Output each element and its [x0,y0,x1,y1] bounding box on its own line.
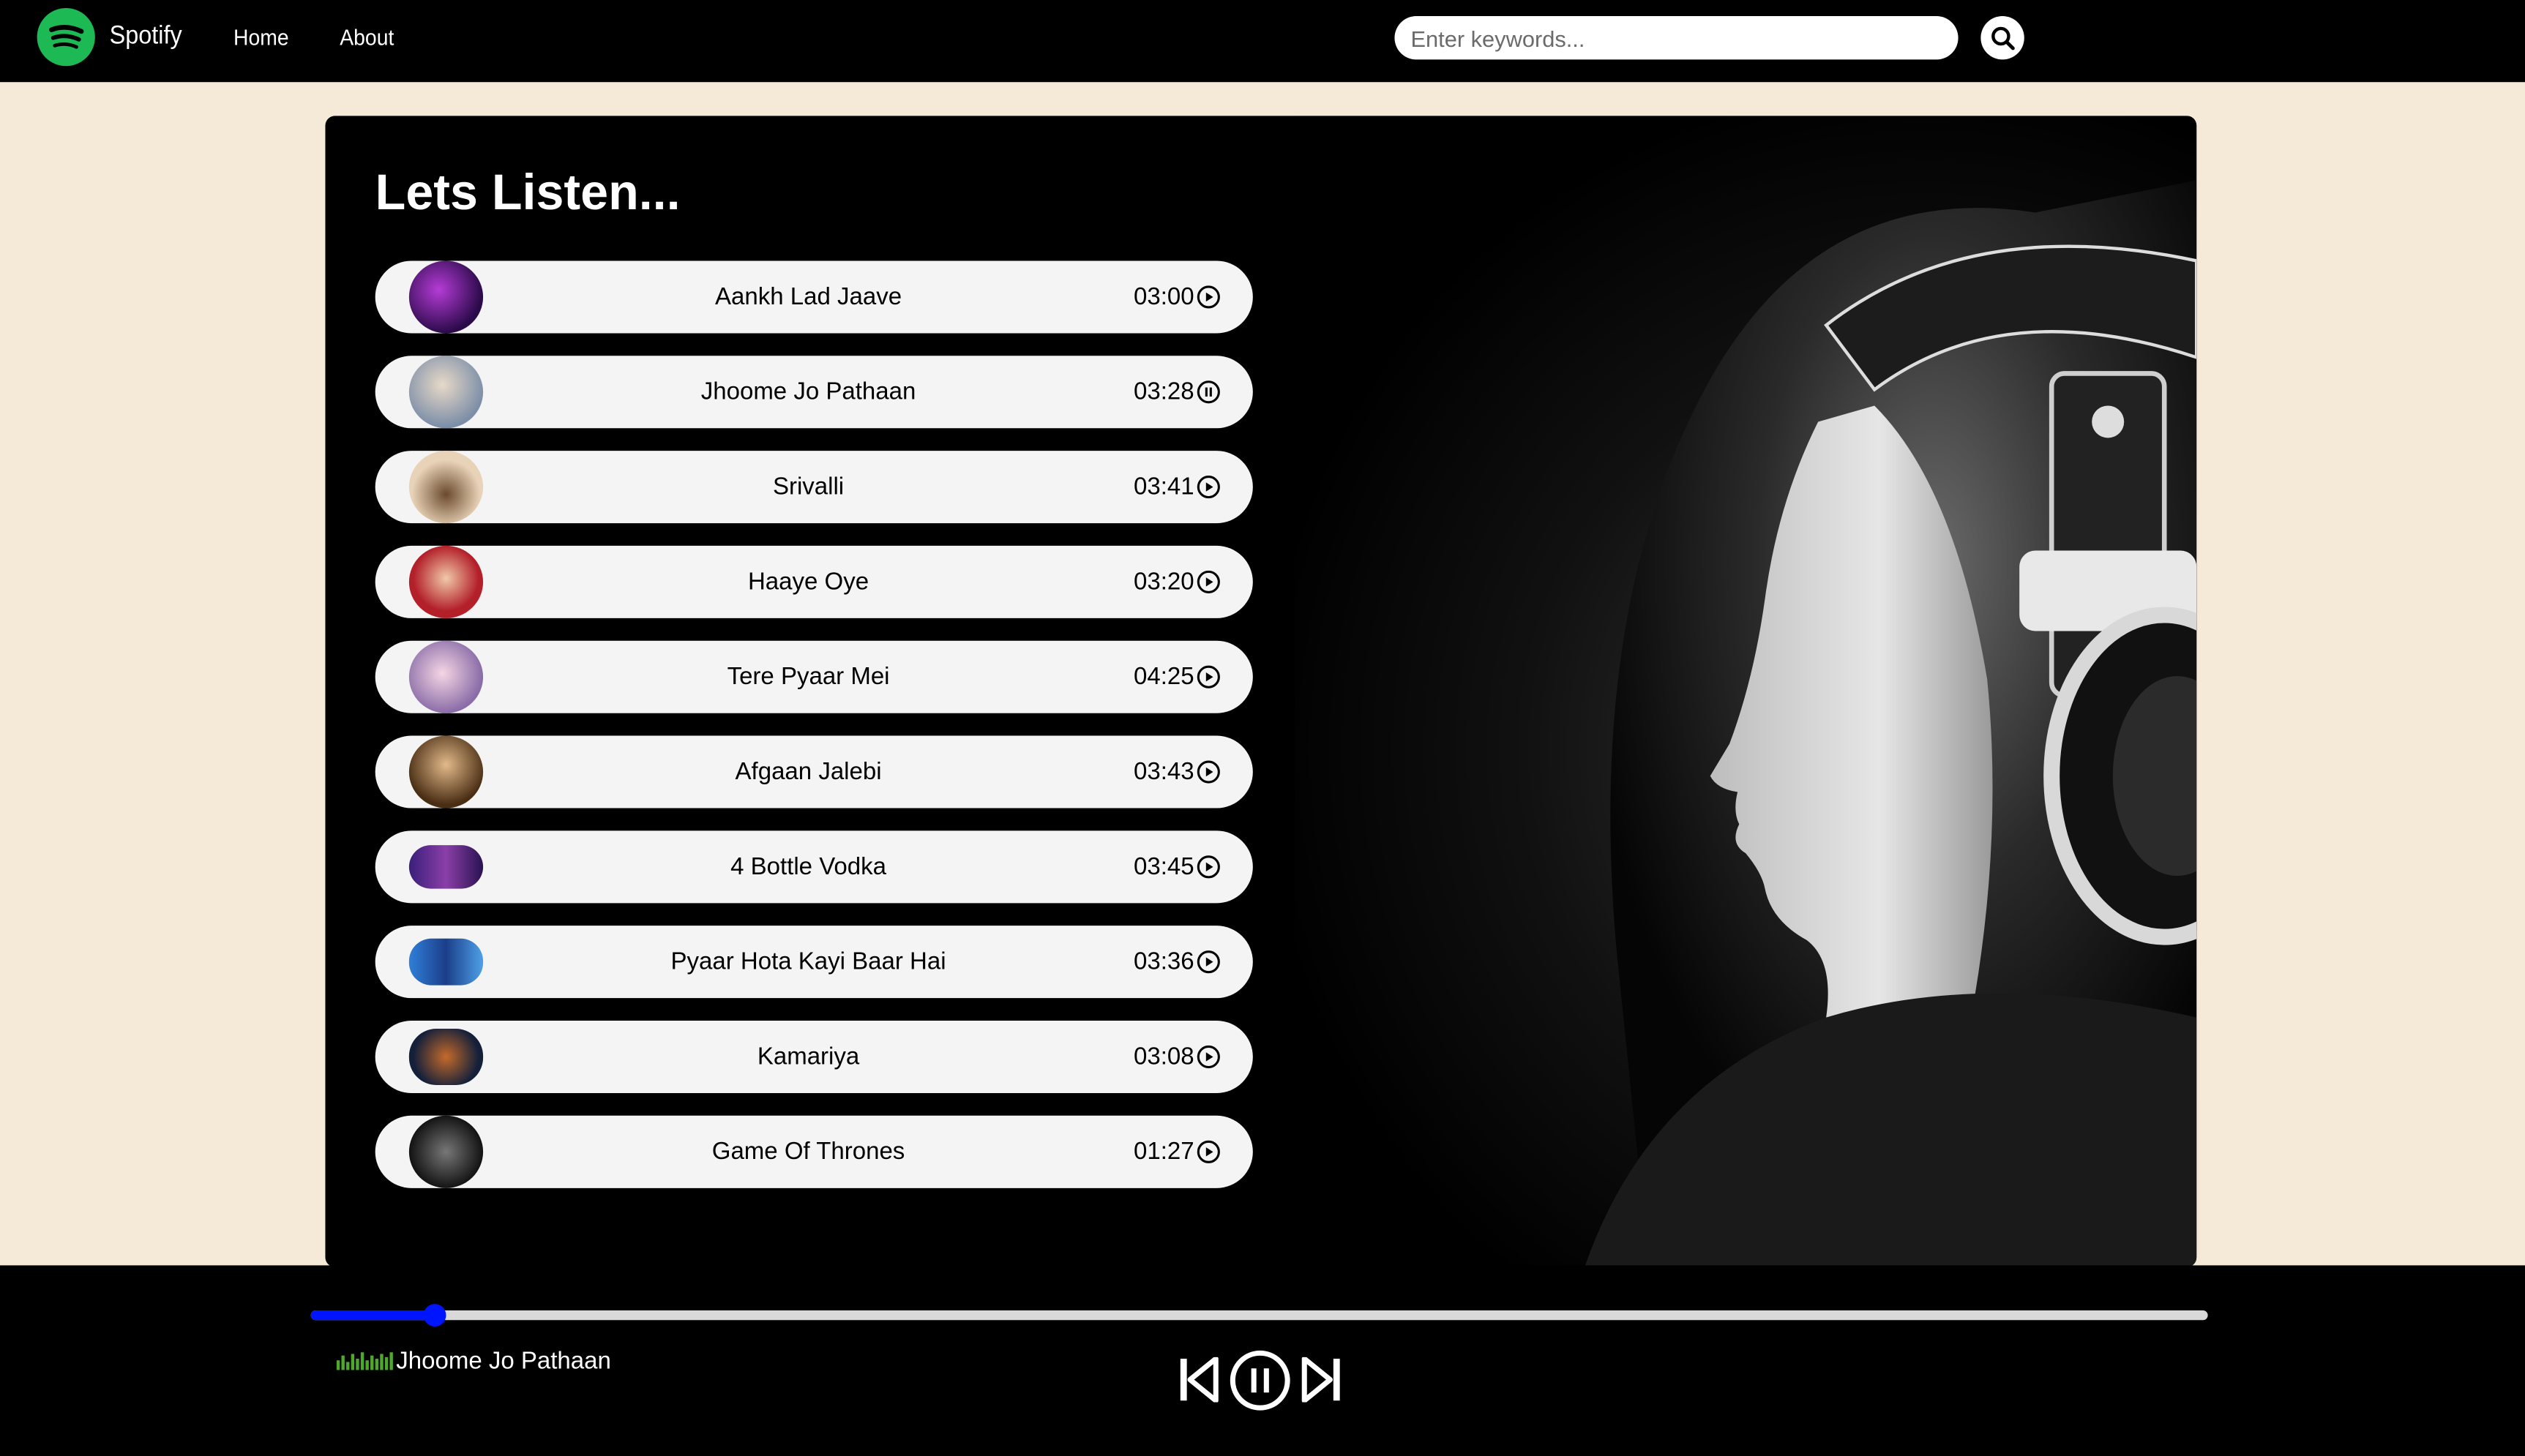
song-duration: 03:45 [1134,853,1194,881]
song-item[interactable]: 4 Bottle Vodka 03:45 [375,830,1253,904]
now-playing-title: Jhoome Jo Pathaan [396,1347,611,1376]
search-button[interactable] [1980,16,2024,60]
hero-image [1295,116,2197,1267]
song-item[interactable]: Afgaan Jalebi 03:43 [375,735,1253,808]
search-icon [1991,26,2014,50]
page-title: Lets Listen... [375,164,681,221]
play-circle-icon[interactable] [1196,475,1220,499]
play-circle-icon[interactable] [1196,855,1220,879]
nav-link-home[interactable]: Home [233,24,289,50]
progress-slider[interactable] [310,1304,2208,1327]
top-navbar: Spotify Home About [0,0,2525,83]
playback-controls [1177,1349,1344,1411]
pause-icon[interactable] [1229,1349,1292,1412]
song-title: Pyaar Hota Kayi Baar Hai [670,947,946,976]
song-duration: 03:43 [1134,758,1194,786]
song-duration: 03:08 [1134,1043,1194,1071]
spotify-logo-icon[interactable] [37,8,95,67]
song-title: 4 Bottle Vodka [730,853,886,881]
song-title: Tere Pyaar Mei [727,663,890,691]
player-bar: Jhoome Jo Pathaan [0,1265,2525,1456]
song-item[interactable]: Pyaar Hota Kayi Baar Hai 03:36 [375,926,1253,999]
song-item[interactable]: Srivalli 03:41 [375,451,1253,524]
song-duration: 03:00 [1134,283,1194,311]
song-item[interactable]: Tere Pyaar Mei 04:25 [375,640,1253,713]
song-duration: 03:36 [1134,947,1194,976]
song-title: Jhoome Jo Pathaan [700,378,916,406]
song-duration: 03:28 [1134,378,1194,406]
song-duration: 04:25 [1134,663,1194,691]
song-title: Srivalli [772,473,845,501]
song-duration: 03:20 [1134,568,1194,596]
progress-knob[interactable] [422,1304,446,1327]
song-panel: Lets Listen... Aankh Lad Jaave 03:00 Jho… [325,116,2197,1267]
play-circle-icon[interactable] [1196,760,1220,784]
play-circle-icon[interactable] [1196,285,1220,309]
previous-track-icon[interactable] [1177,1356,1219,1403]
song-item[interactable]: Jhoome Jo Pathaan 03:28 [375,356,1253,429]
pause-circle-icon[interactable] [1196,380,1220,404]
song-item[interactable]: Kamariya 03:08 [375,1020,1253,1094]
song-list: Aankh Lad Jaave 03:00 Jhoome Jo Pathaan … [375,260,1253,1210]
song-duration: 03:41 [1134,473,1194,501]
search-input[interactable] [1394,16,1959,60]
equalizer-icon [336,1352,394,1370]
song-title: Game Of Thrones [711,1138,905,1166]
now-playing: Jhoome Jo Pathaan [336,1347,611,1376]
song-item[interactable]: Aankh Lad Jaave 03:00 [375,260,1253,334]
song-title: Haaye Oye [747,568,869,596]
play-circle-icon[interactable] [1196,950,1220,974]
song-item[interactable]: Game Of Thrones 01:27 [375,1115,1253,1188]
brand-name[interactable]: Spotify [110,23,182,52]
song-title: Afgaan Jalebi [735,758,882,786]
nav-link-about[interactable]: About [340,24,394,50]
song-item[interactable]: Haaye Oye 03:20 [375,545,1253,618]
song-title: Kamariya [757,1043,860,1071]
next-track-icon[interactable] [1301,1356,1343,1403]
play-circle-icon[interactable] [1196,570,1220,594]
song-duration: 01:27 [1134,1138,1194,1166]
play-circle-icon[interactable] [1196,665,1220,689]
song-title: Aankh Lad Jaave [715,283,902,311]
play-circle-icon[interactable] [1196,1140,1220,1164]
play-circle-icon[interactable] [1196,1045,1220,1069]
progress-fill [310,1310,435,1321]
